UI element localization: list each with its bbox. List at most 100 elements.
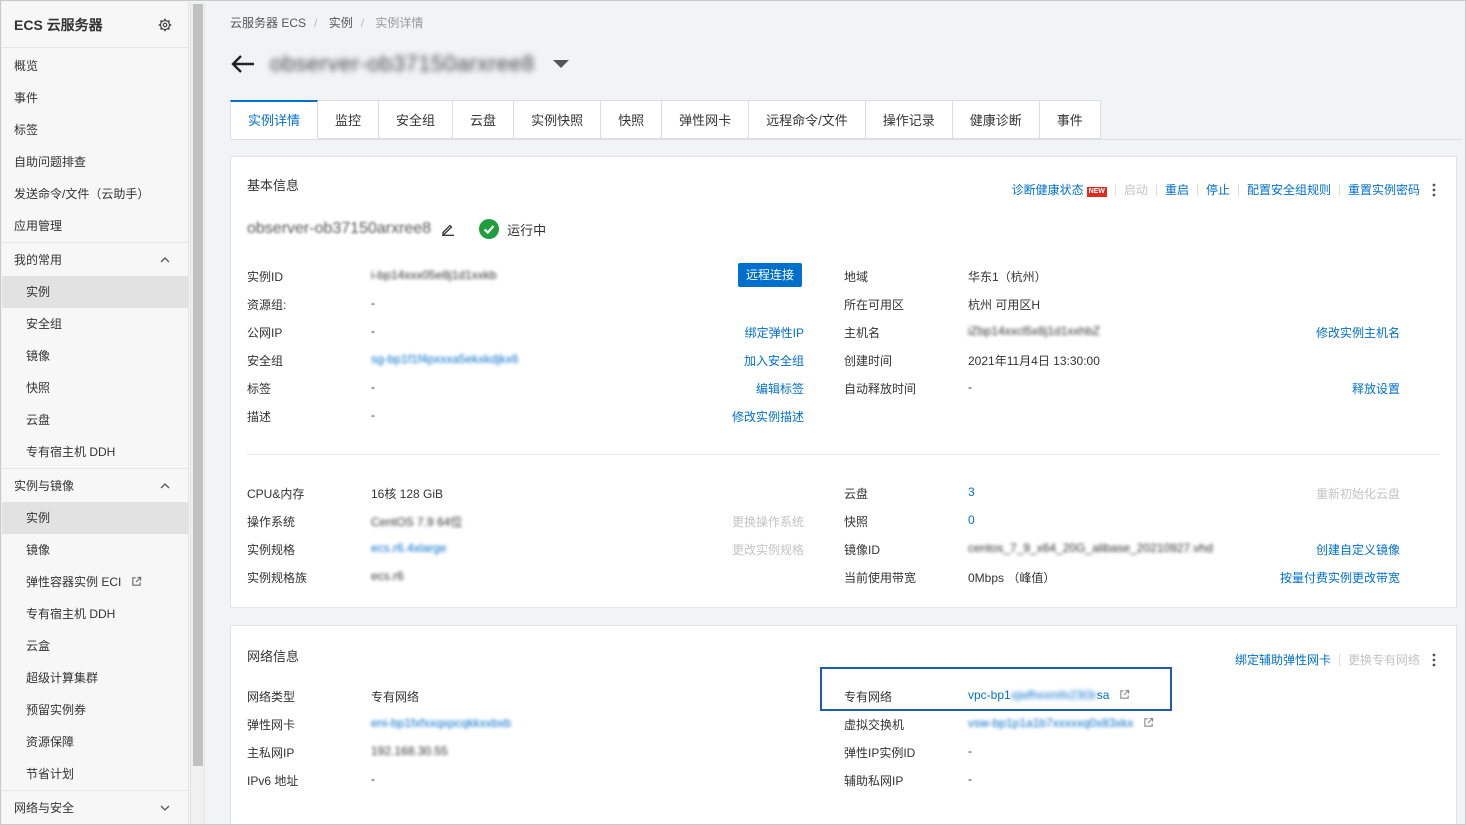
bind-secondary-eni-link[interactable]: 绑定辅助弹性网卡 — [1235, 651, 1331, 668]
action-divider — [1338, 653, 1340, 666]
sidebar-item-cloud-box[interactable]: 云盒 — [2, 630, 188, 662]
release-settings-link[interactable]: 释放设置 — [1352, 380, 1400, 397]
external-link-icon[interactable] — [1143, 717, 1154, 728]
tab-disks[interactable]: 云盘 — [453, 100, 515, 139]
edit-tags-link[interactable]: 编辑标签 — [756, 380, 804, 397]
label-os: 操作系统 — [247, 515, 296, 529]
reset-password-link[interactable]: 重置实例密码 — [1348, 181, 1420, 198]
sidebar-item-instances[interactable]: 实例 — [2, 276, 188, 308]
breadcrumb-ecs[interactable]: 云服务器 ECS — [230, 16, 306, 30]
sidebar-group-network-security[interactable]: 网络与安全 — [2, 790, 188, 824]
sidebar-item-reserved-instances[interactable]: 预留实例券 — [2, 694, 188, 726]
vpc-id-middle: xjwfhxxmfx23t3r — [1010, 688, 1097, 702]
diagnose-health-link[interactable]: 诊断健康状态 NEW — [1012, 181, 1107, 198]
tab-events[interactable]: 事件 — [1039, 100, 1101, 139]
sidebar-item-capacity-reservation[interactable]: 资源保障 — [2, 726, 188, 758]
edit-description-link[interactable]: 修改实例描述 — [732, 408, 804, 425]
sidebar-item-savings-plan[interactable]: 节省计划 — [2, 758, 188, 790]
create-custom-image-link[interactable]: 创建自定义镜像 — [1316, 541, 1400, 558]
instance-switch-dropdown-icon[interactable] — [552, 60, 569, 68]
breadcrumb-instances[interactable]: 实例 — [329, 16, 353, 30]
sidebar-item-overview[interactable]: 概览 — [2, 50, 188, 82]
value-resource-group: - — [371, 296, 375, 310]
tab-health-diagnosis[interactable]: 健康诊断 — [952, 100, 1040, 139]
value-public-ip: - — [371, 324, 375, 338]
join-security-group-link[interactable]: 加入安全组 — [744, 352, 804, 369]
sidebar-item-label: 弹性容器实例 ECI — [26, 575, 122, 589]
value-vswitch[interactable]: vsw-bp1p1a1b7xxxxxq0x83xkx — [968, 716, 1154, 730]
edit-icon[interactable] — [441, 222, 455, 236]
sidebar-scrollbar[interactable] — [190, 2, 205, 824]
value-cpu-memory: 16核 128 GiB — [371, 487, 444, 501]
tab-instance-details[interactable]: 实例详情 — [230, 100, 319, 139]
chevron-down-icon — [160, 805, 170, 811]
sidebar-item-snapshots[interactable]: 快照 — [2, 372, 188, 404]
section-divider — [247, 454, 1440, 455]
label-instance-family: 实例规格族 — [247, 571, 308, 585]
more-icon[interactable] — [1432, 653, 1436, 667]
tab-security-groups[interactable]: 安全组 — [379, 100, 454, 139]
running-status-icon — [479, 219, 500, 239]
sidebar-item-instances[interactable]: 实例 — [2, 502, 188, 534]
tab-eni[interactable]: 弹性网卡 — [662, 100, 750, 139]
instance-name-row: observer-ob37150arxree8 运行中 — [247, 219, 546, 239]
sidebar-item-troubleshoot[interactable]: 自助问题排查 — [2, 146, 188, 178]
label-cpu-memory: CPU&内存 — [247, 487, 305, 501]
label-vpc: 专有网络 — [844, 690, 893, 704]
configure-sg-rules-link[interactable]: 配置安全组规则 — [1247, 181, 1331, 198]
value-security-group[interactable]: sg-bp1f1f4pxxxa5ekxkdjkx6 — [371, 352, 518, 366]
tab-remote-commands[interactable]: 远程命令/文件 — [749, 100, 866, 139]
sidebar-item-eci[interactable]: 弹性容器实例 ECI — [2, 566, 188, 598]
sidebar-item-disks[interactable]: 云盘 — [2, 404, 188, 436]
value-snapshots[interactable]: 0 — [968, 513, 975, 527]
tab-operation-logs[interactable]: 操作记录 — [865, 100, 953, 139]
value-os: CentOS 7.9 64位 — [371, 515, 463, 529]
change-bandwidth-link[interactable]: 按量付费实例更改带宽 — [1280, 569, 1400, 586]
sidebar-group-common[interactable]: 我的常用 — [2, 242, 188, 276]
label-bandwidth: 当前使用带宽 — [844, 571, 917, 585]
stop-link[interactable]: 停止 — [1206, 181, 1230, 198]
sidebar-item-events[interactable]: 事件 — [2, 82, 188, 114]
value-disks[interactable]: 3 — [968, 485, 975, 499]
tab-snapshots[interactable]: 快照 — [601, 100, 663, 139]
sidebar-item-app-management[interactable]: 应用管理 — [2, 210, 188, 242]
change-vpc-link: 更换专有网络 — [1347, 653, 1420, 667]
change-os-link: 更换操作系统 — [731, 515, 804, 529]
value-created-at: 2021年11月4日 13:30:00 — [968, 354, 1100, 368]
scrollbar-thumb[interactable] — [193, 4, 203, 766]
restart-link[interactable]: 重启 — [1165, 181, 1189, 198]
tab-monitoring[interactable]: 监控 — [318, 100, 380, 139]
sidebar-title: ECS 云服务器 — [14, 16, 103, 33]
value-vpc[interactable]: vpc-bp1xjwfhxxmfx23t3rsa — [968, 688, 1130, 702]
value-primary-private-ip: 192.168.30.55 — [371, 744, 448, 758]
value-tags: - — [371, 380, 375, 394]
basic-info-card: 基本信息 诊断健康状态 NEW 启动 重启 停止 配置安全组规则 重置实例密码 o… — [230, 156, 1457, 608]
label-image-id: 镜像ID — [844, 543, 881, 557]
external-link-icon[interactable] — [1119, 689, 1130, 700]
more-icon[interactable] — [1432, 183, 1436, 197]
tab-instance-snapshots[interactable]: 实例快照 — [514, 100, 602, 139]
value-description: - — [371, 408, 375, 422]
sidebar-item-ddh[interactable]: 专有宿主机 DDH — [2, 436, 188, 468]
label-vswitch: 虚拟交换机 — [844, 718, 905, 732]
page-title: observer-ob37150arxree8 — [270, 51, 535, 76]
sidebar-item-tags[interactable]: 标签 — [2, 114, 188, 146]
sidebar-item-security-groups[interactable]: 安全组 — [2, 308, 188, 340]
back-arrow-icon[interactable] — [230, 53, 256, 75]
value-eni[interactable]: eni-bp1fxfxxqxpcqkkxxbxb — [371, 716, 511, 730]
sidebar-group-instances-images[interactable]: 实例与镜像 — [2, 468, 188, 502]
bind-eip-link[interactable]: 绑定弹性IP — [745, 324, 804, 341]
action-divider — [1237, 183, 1239, 196]
sidebar-item-send-command[interactable]: 发送命令/文件（云助手） — [2, 178, 188, 210]
value-instance-type[interactable]: ecs.r6.4xlarge — [371, 541, 446, 555]
gear-icon[interactable] — [158, 18, 172, 32]
action-divider — [1338, 183, 1340, 196]
sidebar-item-scc[interactable]: 超级计算集群 — [2, 662, 188, 694]
edit-hostname-link[interactable]: 修改实例主机名 — [1316, 324, 1400, 341]
remote-connect-button[interactable]: 远程连接 — [738, 263, 803, 287]
change-instance-type-link: 更改实例规格 — [731, 543, 804, 557]
sidebar-item-images[interactable]: 镜像 — [2, 340, 188, 372]
sidebar-item-images[interactable]: 镜像 — [2, 534, 188, 566]
label-eni: 弹性网卡 — [247, 718, 296, 732]
sidebar-item-ddh[interactable]: 专有宿主机 DDH — [2, 598, 188, 630]
